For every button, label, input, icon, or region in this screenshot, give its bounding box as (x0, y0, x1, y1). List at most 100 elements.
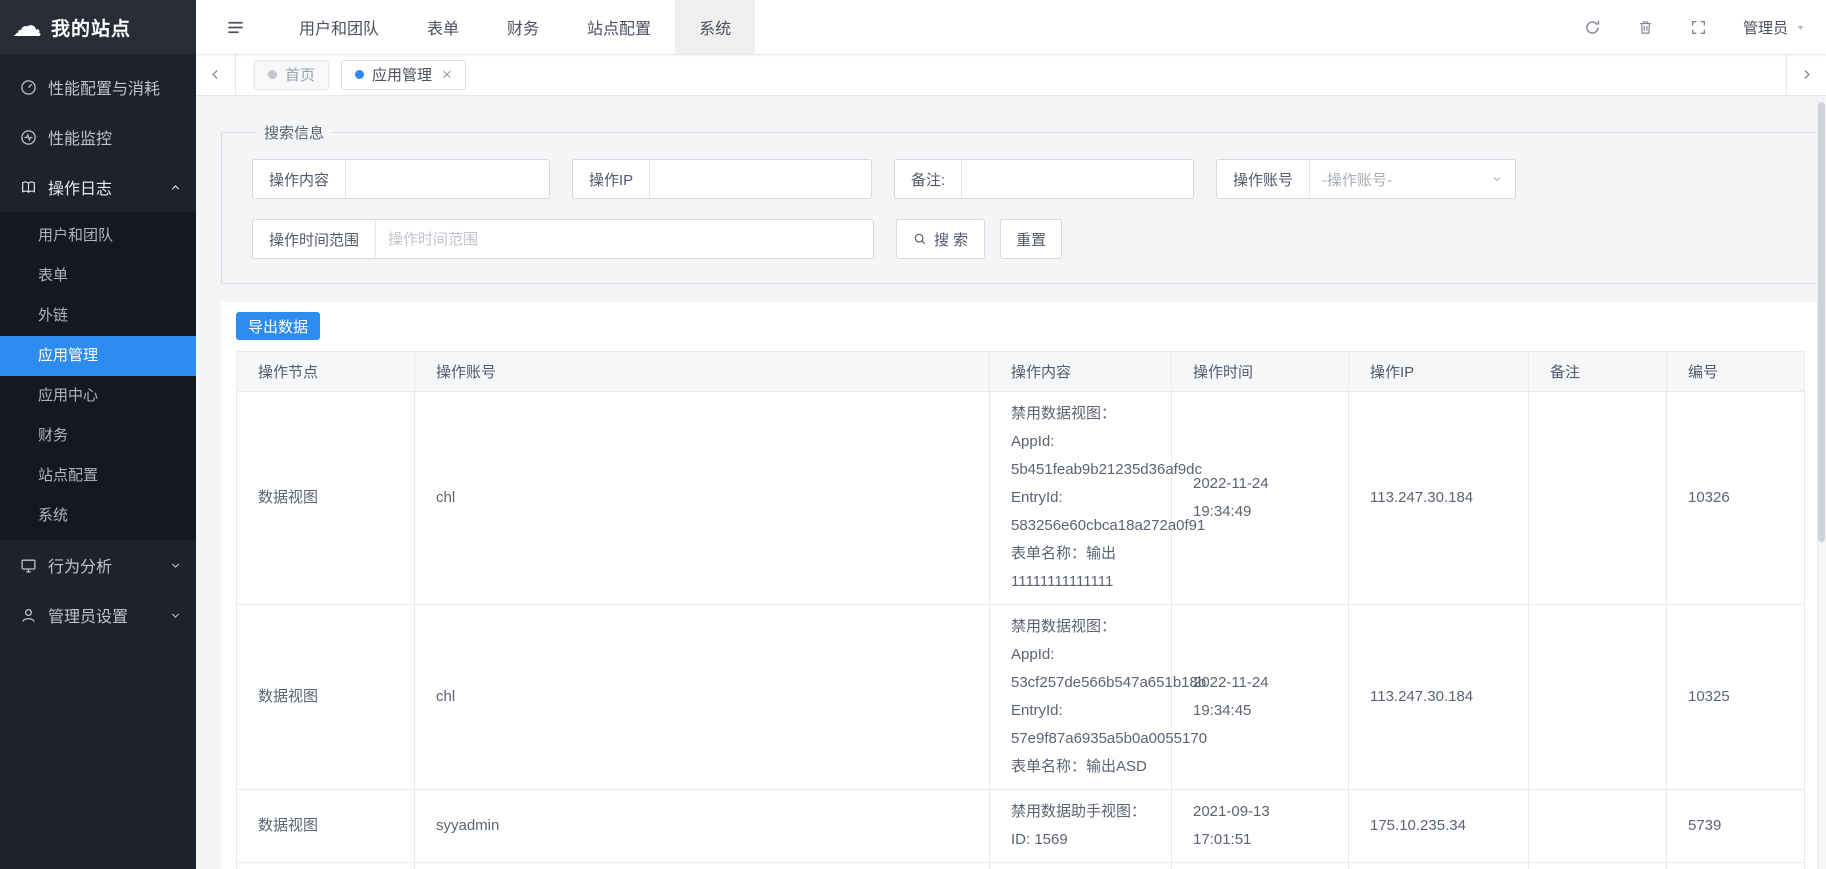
search-row-1: 操作内容 操作IP 备注: 操作账号 -操作账号- (252, 159, 1789, 199)
chevron-down-icon (169, 559, 182, 572)
fullscreen-icon[interactable] (1690, 19, 1707, 36)
tab-dot-icon (355, 70, 364, 79)
operation-content-input[interactable] (346, 160, 549, 198)
sidebar-item-performance-config[interactable]: 性能配置与消耗 (0, 62, 196, 112)
remark-label: 备注: (895, 160, 962, 198)
cell-operation-content: 禁用数据视图： AppId: 5b451feab9b21235d36af9dc … (990, 392, 1172, 605)
operation-content-field: 操作内容 (252, 159, 550, 199)
cell-remark (1529, 605, 1667, 790)
reset-button-label: 重置 (1016, 229, 1046, 250)
sidebar-item-behavior-analysis[interactable]: 行为分析 (0, 540, 196, 590)
table-row[interactable]: 数据视图 chl 禁用数据视图： AppId: 5b451feab9b21235… (237, 392, 1805, 605)
search-panel: 搜索信息 操作内容 操作IP 备注: 操作账号 (221, 122, 1820, 284)
tab-dot-icon (268, 70, 277, 79)
page-tab[interactable]: 应用管理 × (341, 60, 466, 90)
table-row[interactable]: 数据视图 syyadmin 禁用数据助手视图： ID: 1569 2021-09… (237, 863, 1805, 869)
topnav-tabs: 用户和团队 表单 财务 站点配置 系统 (275, 0, 755, 54)
table-header-row: 操作节点 操作账号 操作内容 操作时间 操作IP 备注 (237, 352, 1805, 392)
sidebar-subitem[interactable]: 财务 (0, 416, 196, 456)
cell-operation-node: 数据视图 (237, 605, 415, 790)
table-row[interactable]: 数据视图 chl 禁用数据视图： AppId: 53cf257de566b547… (237, 605, 1805, 790)
tab-close-icon[interactable]: × (442, 66, 452, 83)
cell-id: 10325 (1667, 605, 1805, 790)
operation-log-submenu: 用户和团队 表单 外链 应用管理 应用中心 财务 站点配置 系统 (0, 212, 196, 540)
cell-remark (1529, 790, 1667, 863)
time-range-input[interactable] (376, 220, 873, 258)
topnav-tab[interactable]: 站点配置 (563, 0, 675, 54)
sidebar-subitem[interactable]: 应用管理 (0, 336, 196, 376)
cell-operation-node: 数据视图 (237, 863, 415, 869)
site-title: 我的站点 (51, 14, 131, 41)
main-area: 用户和团队 表单 财务 站点配置 系统 (196, 0, 1826, 869)
tab-label: 首页 (285, 64, 315, 85)
export-data-button[interactable]: 导出数据 (236, 312, 320, 340)
cell-operation-content: 禁用数据视图： AppId: 53cf257de566b547a651b18b … (990, 605, 1172, 790)
operation-account-label: 操作账号 (1217, 160, 1310, 198)
sidebar-subitem[interactable]: 用户和团队 (0, 216, 196, 256)
trash-icon[interactable] (1637, 19, 1654, 36)
tabs-scroll-right-icon[interactable] (1786, 54, 1826, 95)
table-row[interactable]: 数据视图 syyadmin 禁用数据助手视图： ID: 1569 2021-09… (237, 790, 1805, 863)
chevron-down-icon (1795, 22, 1806, 33)
page-tabbar: 首页 应用管理 × (196, 54, 1826, 96)
scrollbar[interactable] (1817, 54, 1826, 869)
top-navbar: 用户和团队 表单 财务 站点配置 系统 (196, 0, 1826, 54)
sidebar-item-label: 管理员设置 (48, 603, 158, 627)
reset-button[interactable]: 重置 (1000, 219, 1062, 259)
topnav-tab[interactable]: 用户和团队 (275, 0, 403, 54)
sidebar-subitem[interactable]: 应用中心 (0, 376, 196, 416)
page-tab[interactable]: 首页 (254, 60, 329, 90)
scrollbar-thumb[interactable] (1818, 102, 1825, 542)
menu-icon[interactable] (226, 18, 245, 37)
table-header-cell: 编号 (1667, 352, 1805, 392)
cell-operation-content: 禁用数据助手视图： ID: 1569 (990, 790, 1172, 863)
cell-operation-node: 数据视图 (237, 392, 415, 605)
table-header-cell: 操作IP (1349, 352, 1529, 392)
cell-remark (1529, 863, 1667, 869)
cell-operation-ip: 175.10.235.34 (1349, 863, 1529, 869)
sidebar-item-label: 性能配置与消耗 (48, 75, 182, 99)
cell-operation-time: 2022-11-24 19:34:45 (1172, 605, 1349, 790)
search-button[interactable]: 搜 索 (896, 219, 985, 259)
cell-id: 5738 (1667, 863, 1805, 869)
topnav-tab[interactable]: 系统 (675, 0, 755, 54)
pulse-icon (20, 129, 37, 146)
user-menu[interactable]: 管理员 (1743, 17, 1806, 38)
sidebar-item-admin-settings[interactable]: 管理员设置 (0, 590, 196, 640)
remark-input[interactable] (962, 160, 1193, 198)
cell-operation-time: 2021-09-13 17:01:49 (1172, 863, 1349, 869)
topnav-tab[interactable]: 表单 (403, 0, 483, 54)
sidebar-item-label: 行为分析 (48, 553, 158, 577)
sidebar-subitem[interactable]: 站点配置 (0, 456, 196, 496)
time-range-label: 操作时间范围 (253, 220, 376, 258)
table-header-cell: 操作内容 (990, 352, 1172, 392)
cell-operation-node: 数据视图 (237, 790, 415, 863)
table-header-cell: 操作时间 (1172, 352, 1349, 392)
cell-operation-time: 2022-11-24 19:34:49 (1172, 392, 1349, 605)
refresh-icon[interactable] (1584, 19, 1601, 36)
tabs-scroll-left-icon[interactable] (196, 54, 236, 95)
sidebar-item-performance-monitor[interactable]: 性能监控 (0, 112, 196, 162)
operation-account-field: 操作账号 -操作账号- (1216, 159, 1516, 199)
sidebar-item-label: 性能监控 (48, 125, 182, 149)
time-range-field: 操作时间范围 (252, 219, 874, 259)
operation-ip-input[interactable] (650, 160, 871, 198)
cell-remark (1529, 392, 1667, 605)
cell-operation-account: chl (415, 392, 990, 605)
sidebar-subitem[interactable]: 系统 (0, 496, 196, 536)
cell-id: 5739 (1667, 790, 1805, 863)
topnav-tab[interactable]: 财务 (483, 0, 563, 54)
tab-label: 应用管理 (372, 64, 432, 85)
sidebar-item-operation-log[interactable]: 操作日志 (0, 162, 196, 212)
cell-operation-account: syyadmin (415, 790, 990, 863)
operation-account-select[interactable]: -操作账号- (1310, 160, 1515, 198)
site-logo[interactable]: ☁ 我的站点 (0, 0, 196, 54)
sidebar-subitem[interactable]: 外链 (0, 296, 196, 336)
sidebar-subitem[interactable]: 表单 (0, 256, 196, 296)
navbar-actions: 管理员 (1584, 17, 1826, 38)
log-book-icon (20, 179, 37, 196)
page-tabs: 首页 应用管理 × (236, 60, 484, 90)
operation-log-table: 操作节点 操作账号 操作内容 操作时间 操作IP 备注 (236, 351, 1805, 869)
user-name: 管理员 (1743, 17, 1788, 38)
sidebar-item-label: 操作日志 (48, 175, 158, 199)
